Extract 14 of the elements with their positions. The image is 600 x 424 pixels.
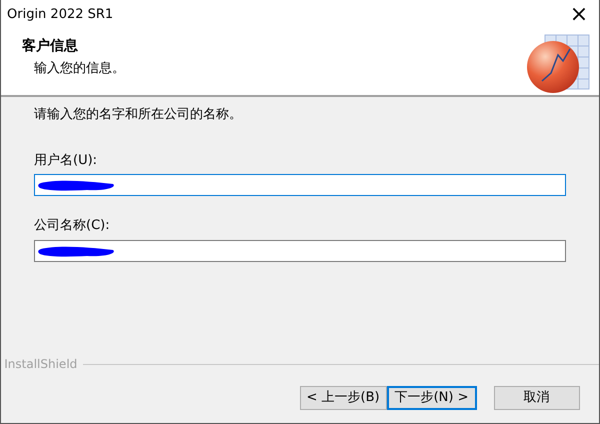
- input-field[interactable]: [34, 240, 566, 262]
- header-title: 客户信息: [22, 36, 79, 56]
- input-field[interactable]: [34, 174, 566, 196]
- window-title: Origin 2022 SR1: [7, 6, 114, 24]
- wizard-button[interactable]: 下一步(N) >: [386, 386, 476, 410]
- close-button[interactable]: ×: [559, 0, 599, 30]
- installshield-label: InstallShield: [4, 356, 78, 373]
- wizard-button[interactable]: < 上一步(B): [300, 386, 387, 410]
- field-label: 用户名(U):: [34, 152, 98, 170]
- chart-logo-icon: [525, 33, 591, 95]
- header-subtitle: 输入您的信息。: [34, 60, 125, 78]
- instruction-text: 请输入您的名字和所在公司的名称。: [34, 106, 243, 124]
- wizard-button[interactable]: 取消: [494, 386, 580, 410]
- field-label: 公司名称(C):: [34, 217, 110, 235]
